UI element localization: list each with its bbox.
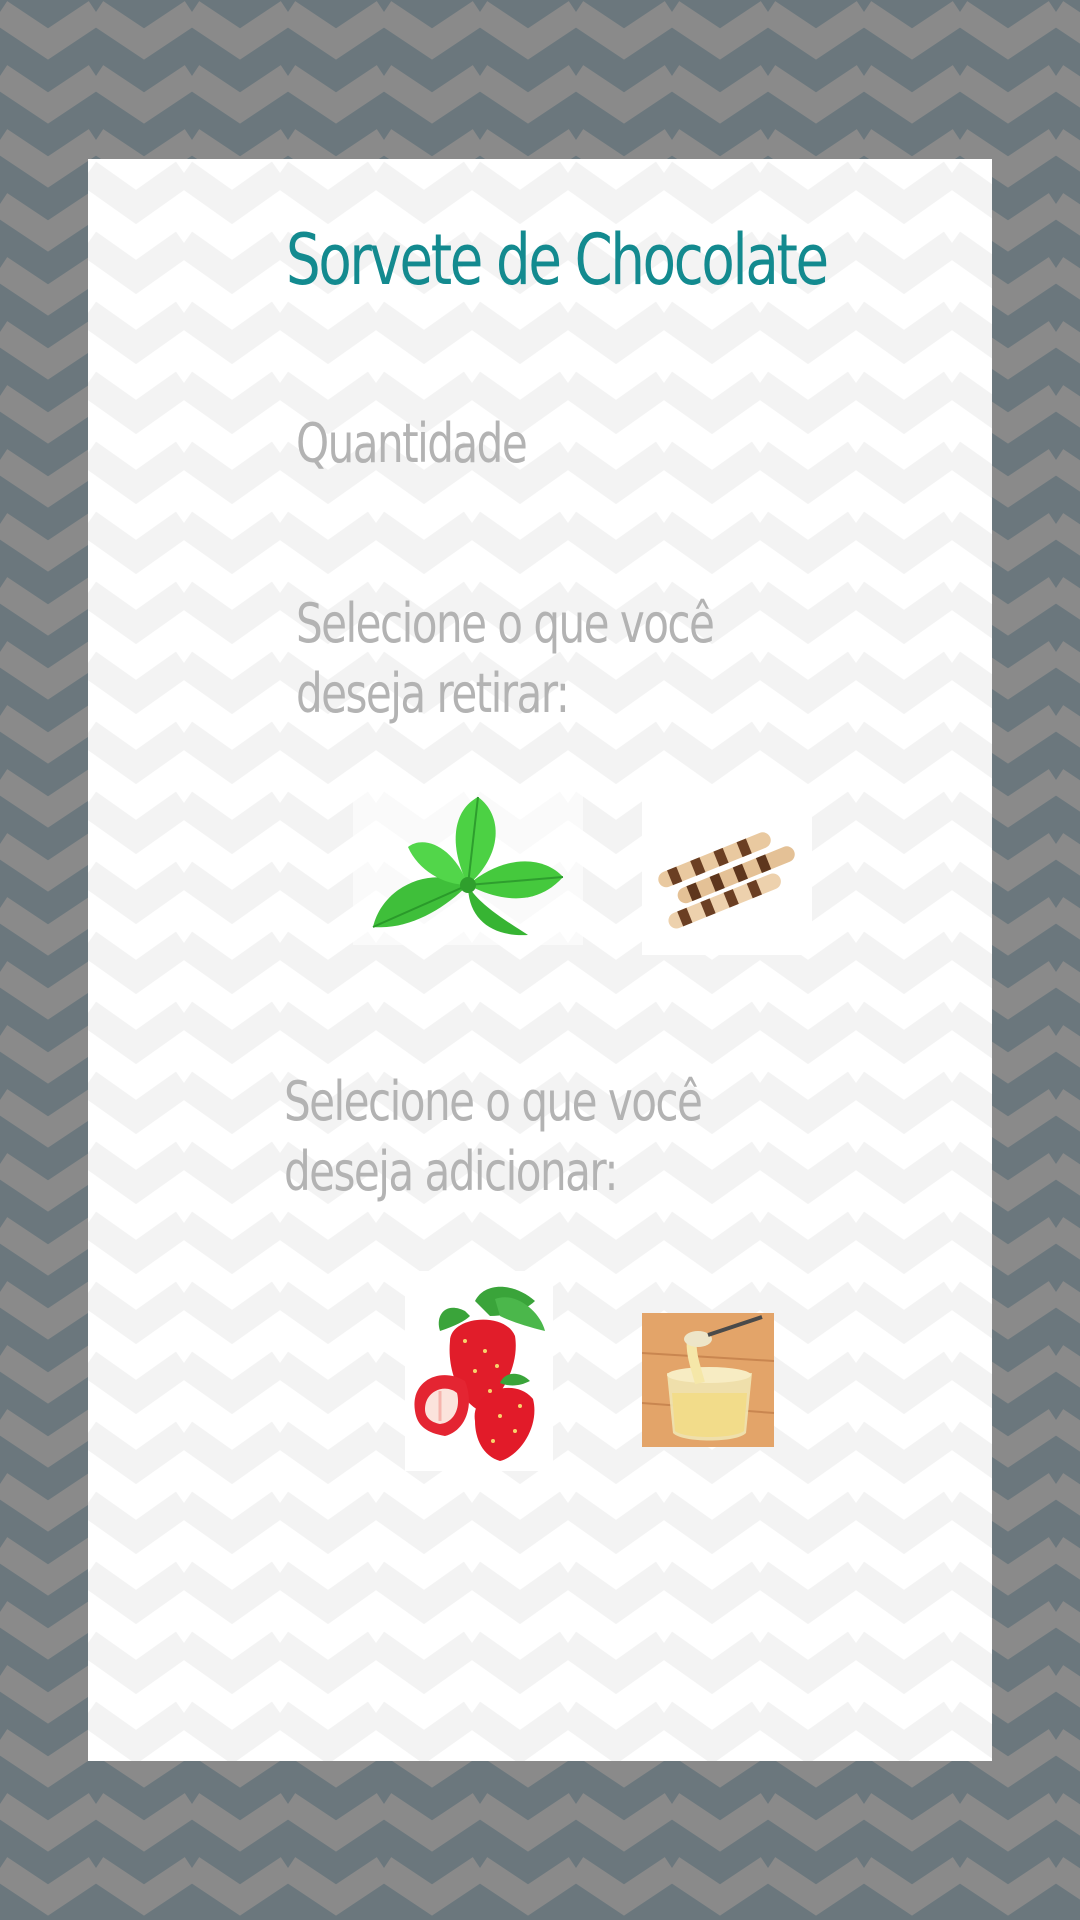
- mint-leaves-option[interactable]: [353, 785, 583, 945]
- wafer-rolls-option[interactable]: [642, 790, 812, 955]
- add-section-label: Selecione o que você deseja adicionar:: [284, 1070, 703, 1203]
- mint-leaves-icon: [353, 785, 583, 945]
- wafer-rolls-icon: [642, 790, 812, 955]
- condensed-milk-icon: [642, 1313, 774, 1447]
- remove-section-label: Selecione o que você deseja retirar:: [296, 592, 715, 725]
- order-card: Sorvete de Chocolate Quantidade Selecion…: [88, 159, 992, 1761]
- strawberries-icon: [405, 1271, 553, 1471]
- card-chevron-pattern: [88, 159, 992, 1761]
- strawberries-option[interactable]: [405, 1271, 553, 1471]
- page-title: Sorvete de Chocolate: [286, 219, 829, 301]
- quantity-label: Quantidade: [296, 412, 528, 475]
- condensed-milk-option[interactable]: [642, 1313, 774, 1447]
